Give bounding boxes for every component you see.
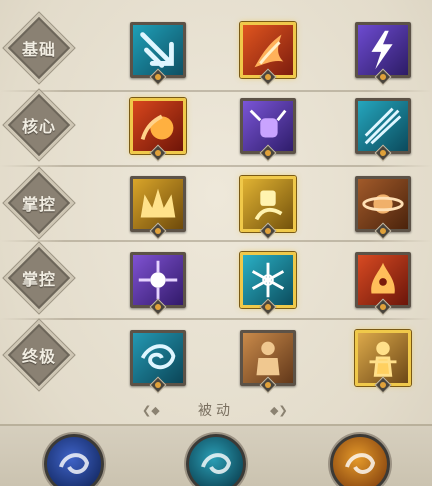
rune-slot-gem (155, 382, 161, 388)
rune-slot-gem (265, 304, 271, 310)
rune-slot-gem (155, 228, 161, 234)
passive-arcane-orb[interactable] (44, 434, 104, 486)
snowflake-icon (251, 262, 285, 298)
skill-tree-panel: 基础 核心 掌控 掌控 终极 ❮◆ 被动 ◆❯ (0, 0, 432, 486)
fire-spirit-icon (371, 262, 395, 294)
fireball-icon (140, 114, 174, 141)
row-separator (0, 165, 432, 167)
rune-slot-icon[interactable] (374, 144, 392, 162)
rune-slot-icon[interactable] (374, 376, 392, 394)
rune-slot-gem (380, 150, 386, 156)
row-separator (0, 240, 432, 242)
rune-slot-icon[interactable] (259, 144, 277, 162)
passive-frost-orb[interactable] (186, 434, 246, 486)
rune-slot-icon[interactable] (149, 68, 167, 86)
lightning-icon (371, 30, 393, 70)
rune-slot-icon[interactable] (374, 222, 392, 240)
fire-avatar-icon (256, 341, 280, 376)
row-separator (0, 318, 432, 320)
rune-slot-icon[interactable] (149, 144, 167, 162)
tier-ultimate: 终极 (6, 322, 72, 388)
flame-orb-icon (345, 453, 376, 474)
rune-slot-gem (155, 304, 161, 310)
tier-mastery-2: 掌控 (6, 245, 72, 311)
rune-slot-gem (380, 228, 386, 234)
passive-title: 被动 (198, 403, 234, 419)
passive-header: ❮◆ 被动 ◆❯ (0, 398, 432, 422)
tier-label: 掌控 (21, 270, 56, 289)
rune-slot-gem (380, 304, 386, 310)
rune-slot-icon[interactable] (259, 222, 277, 240)
rune-slot-icon[interactable] (374, 68, 392, 86)
lightning-fist-icon (249, 109, 287, 138)
rune-slot-icon[interactable] (149, 222, 167, 240)
tier-core: 核心 (6, 92, 72, 158)
frost-orb-icon (201, 453, 232, 474)
tier-label: 掌控 (21, 195, 56, 214)
rune-slot-gem (265, 74, 271, 80)
rune-slot-icon[interactable] (259, 298, 277, 316)
rune-slot-icon[interactable] (374, 298, 392, 316)
ice-shards-icon (364, 107, 402, 145)
rune-slot-gem (265, 382, 271, 388)
rune-slot-icon[interactable] (259, 68, 277, 86)
fire-claw-icon (254, 34, 284, 68)
spirit-hand-icon (254, 190, 283, 221)
tier-mastery-1: 掌控 (6, 170, 72, 236)
rune-slot-gem (265, 228, 271, 234)
rune-slot-gem (265, 150, 271, 156)
arcane-burst-icon (138, 260, 178, 300)
golden-avatar-icon (369, 341, 397, 377)
rune-slot-gem (155, 150, 161, 156)
ornament-right-icon: ◆❯ (270, 404, 288, 417)
rune-slot-icon[interactable] (259, 376, 277, 394)
rune-slot-gem (380, 74, 386, 80)
tier-label: 终极 (21, 347, 56, 366)
crown-icon (140, 188, 176, 218)
tier-label: 核心 (21, 117, 56, 136)
orbit-icon (362, 194, 404, 214)
rune-slot-gem (155, 74, 161, 80)
blizzard-icon (140, 344, 176, 370)
arcane-orb-icon (59, 453, 90, 474)
rune-slot-gem (380, 382, 386, 388)
passive-flame-orb[interactable] (330, 434, 390, 486)
tier-basic: 基础 (6, 15, 72, 81)
ice-arrow-icon (140, 32, 174, 68)
tier-label: 基础 (21, 40, 56, 59)
rune-slot-icon[interactable] (149, 298, 167, 316)
rune-slot-icon[interactable] (149, 376, 167, 394)
